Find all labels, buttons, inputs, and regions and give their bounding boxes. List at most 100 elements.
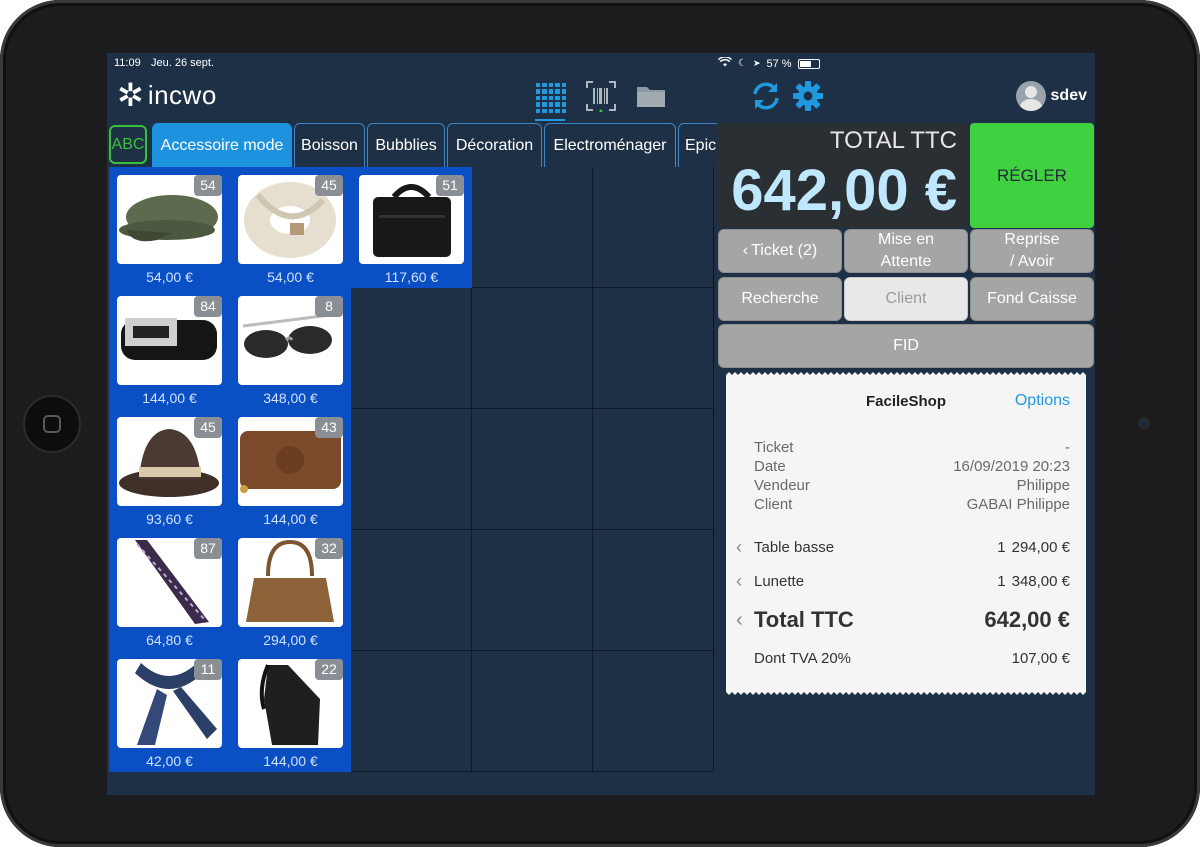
- info-label: Client: [754, 496, 793, 513]
- hold-button[interactable]: Mise en Attente: [844, 229, 968, 273]
- grid-icon[interactable]: [535, 81, 567, 121]
- total-label: TOTAL TTC: [829, 127, 957, 154]
- search-button[interactable]: Recherche: [718, 277, 842, 321]
- grid-cell-empty: [472, 167, 593, 288]
- receipt: FacileShop Options Ticket - Date 16/09/2…: [726, 372, 1086, 695]
- receipt-total-label: Total TTC: [754, 607, 854, 632]
- barcode-icon[interactable]: [585, 80, 617, 112]
- folder-icon[interactable]: [635, 83, 667, 109]
- product-price: 54,00 €: [146, 269, 193, 285]
- info-value: Philippe: [1016, 477, 1070, 494]
- product-tile[interactable]: 8 348,00 €: [230, 288, 351, 409]
- product-cell[interactable]: 32 294,00 €: [230, 530, 351, 651]
- pay-button[interactable]: RÉGLER: [970, 123, 1094, 228]
- hold-label-line1: Mise en: [877, 231, 935, 248]
- receipt-total-line[interactable]: ‹ Total TTC 642,00 €: [736, 607, 1070, 633]
- product-price: 117,60 €: [384, 269, 439, 285]
- product-cell[interactable]: 45 93,60 €: [109, 409, 230, 530]
- product-price: 93,60 €: [146, 511, 193, 527]
- product-cell[interactable]: 54 54,00 €: [109, 167, 230, 288]
- product-tile[interactable]: 11 42,00 €: [109, 651, 230, 772]
- product-tile[interactable]: 54 54,00 €: [109, 167, 230, 288]
- fid-button[interactable]: FID: [718, 324, 1094, 368]
- product-price: 64,80 €: [146, 632, 193, 648]
- product-tile[interactable]: 87 64,80 €: [109, 530, 230, 651]
- tab-accessoire-mode[interactable]: Accessoire mode: [152, 123, 292, 167]
- info-label: Date: [754, 458, 786, 475]
- product-cell[interactable]: 8 348,00 €: [230, 288, 351, 409]
- location-icon: ➤: [752, 58, 761, 68]
- product-cell[interactable]: 84 144,00 €: [109, 288, 230, 409]
- grid-cell-empty: [593, 167, 714, 288]
- gear-icon[interactable]: [791, 79, 825, 113]
- ticket-button[interactable]: ‹ Ticket (2): [718, 229, 842, 273]
- tab-electromenager[interactable]: Electroménager: [544, 123, 676, 167]
- product-cell[interactable]: 22 144,00 €: [230, 651, 351, 772]
- grid-cell-empty: [351, 409, 472, 530]
- cash-float-button[interactable]: Fond Caisse: [970, 277, 1094, 321]
- product-price: 294,00 €: [263, 632, 318, 648]
- grid-cell-empty: [593, 409, 714, 530]
- receipt-total-value: 642,00 €: [984, 607, 1070, 632]
- tab-bubblies[interactable]: Bubblies: [367, 123, 445, 167]
- wifi-icon: [717, 56, 733, 70]
- grid-cell-empty: [593, 530, 714, 651]
- stock-badge: 11: [194, 659, 222, 680]
- options-link[interactable]: Options: [1015, 392, 1070, 410]
- line-qty: 1: [997, 539, 1006, 556]
- chevron-left-icon: ‹: [736, 571, 742, 591]
- logo-mark: ✲: [117, 77, 144, 113]
- user-menu[interactable]: sdev: [1015, 81, 1087, 111]
- line-qty: 1: [997, 573, 1006, 590]
- tab-abc[interactable]: ABC: [109, 125, 147, 164]
- return-label-line2: / Avoir: [1009, 253, 1055, 270]
- chevron-left-icon: ‹: [736, 537, 742, 557]
- screen: 11:09 Jeu. 26 sept. ☾ ➤ 57 % ✲ incwo sde…: [107, 53, 1095, 795]
- grid-cell-empty: [593, 651, 714, 772]
- category-tabs: ABC Accessoire mode Boisson Bubblies Déc…: [107, 123, 717, 167]
- product-tile[interactable]: 51 117,60 €: [351, 167, 472, 288]
- product-price: 54,00 €: [267, 269, 314, 285]
- total-amount: 642,00 €: [731, 158, 957, 223]
- tab-boisson[interactable]: Boisson: [294, 123, 365, 167]
- product-tile[interactable]: 32 294,00 €: [230, 530, 351, 651]
- product-cell[interactable]: 11 42,00 €: [109, 651, 230, 772]
- stock-badge: 43: [315, 417, 343, 438]
- grid-cell-empty: [351, 651, 472, 772]
- stock-badge: 84: [194, 296, 222, 317]
- product-cell[interactable]: 51 117,60 €: [351, 167, 472, 288]
- product-tile[interactable]: 84 144,00 €: [109, 288, 230, 409]
- total-display: TOTAL TTC 642,00 €: [718, 123, 967, 228]
- product-tile[interactable]: 22 144,00 €: [230, 651, 351, 772]
- product-cell[interactable]: 43 144,00 €: [230, 409, 351, 530]
- product-cell[interactable]: 87 64,80 €: [109, 530, 230, 651]
- tab-epicerie[interactable]: Epic: [678, 123, 717, 167]
- product-tile[interactable]: 45 93,60 €: [109, 409, 230, 530]
- stock-badge: 22: [315, 659, 343, 680]
- product-tile[interactable]: 43 144,00 €: [230, 409, 351, 530]
- info-label: Ticket: [754, 439, 794, 456]
- line-name: Table basse: [754, 539, 835, 556]
- info-value: GABAI Philippe: [966, 496, 1070, 513]
- grid-cell-empty: [593, 288, 714, 409]
- tab-decoration[interactable]: Décoration: [447, 123, 542, 167]
- return-button[interactable]: Reprise / Avoir: [970, 229, 1094, 273]
- home-button[interactable]: [23, 395, 81, 453]
- avatar: [1015, 81, 1046, 111]
- sync-icon[interactable]: [749, 79, 783, 113]
- battery-percent: 57 %: [766, 57, 792, 70]
- grid-cell-empty: [472, 288, 593, 409]
- line-name: Lunette: [754, 573, 805, 590]
- receipt-line[interactable]: ‹ Lunette 1 348,00 €: [736, 571, 1070, 592]
- camera: [1138, 417, 1150, 429]
- stock-badge: 51: [436, 175, 464, 196]
- receipt-line[interactable]: ‹ Table basse 1 294,00 €: [736, 537, 1070, 558]
- ticket-label: Ticket (2): [751, 242, 818, 259]
- product-price: 144,00 €: [142, 390, 197, 406]
- client-button[interactable]: Client: [844, 277, 968, 321]
- product-cell[interactable]: 45 54,00 €: [230, 167, 351, 288]
- product-price: 144,00 €: [263, 753, 318, 769]
- moon-icon: ☾: [738, 58, 747, 69]
- stock-badge: 45: [194, 417, 222, 438]
- product-tile[interactable]: 45 54,00 €: [230, 167, 351, 288]
